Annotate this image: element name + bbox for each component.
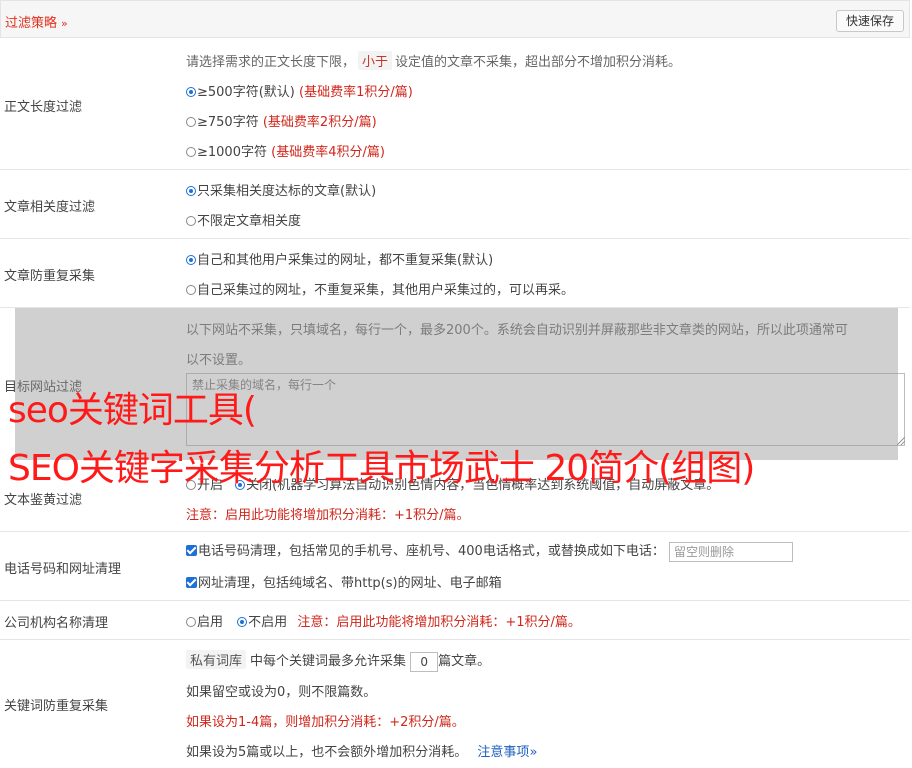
gray-overlay bbox=[15, 308, 898, 460]
replacement-phone-input[interactable]: 留空则删除 bbox=[668, 541, 793, 562]
max-articles-input[interactable]: 0 bbox=[410, 651, 439, 672]
dedupe-option-all[interactable]: 自己和其他用户采集过的网址，都不重复采集(默认) bbox=[186, 249, 493, 268]
private-lexicon-tag[interactable]: 私有词库 bbox=[186, 650, 247, 669]
relevance-option-qualified[interactable]: 只采集相关度达标的文章(默认) bbox=[186, 180, 376, 199]
url-clean-option[interactable]: 网址清理，包括纯域名、带http(s)的网址、电子邮箱 bbox=[186, 572, 502, 591]
dedupe-label: 文章防重复采集 bbox=[4, 269, 96, 284]
keyword-dedupe-line-4: 如果设为5篇或以上，也不会额外增加积分消耗。 注意事项» bbox=[186, 745, 538, 760]
radio-icon[interactable] bbox=[186, 186, 196, 196]
checkbox-icon[interactable] bbox=[186, 577, 197, 588]
length-filter-desc: 请选择需求的正文长度下限， 小于 设定值的文章不采集，超出部分不增加积分消耗。 bbox=[186, 51, 681, 70]
relevance-option-any[interactable]: 不限定文章相关度 bbox=[186, 210, 301, 229]
length-filter-row: 正文长度过滤 请选择需求的正文长度下限， 小于 设定值的文章不采集，超出部分不增加积… bbox=[0, 38, 910, 170]
company-clean-options[interactable]: 启用 不启用 注意：启用此功能将增加积分消耗：+1积分/篇。 bbox=[186, 611, 581, 630]
porn-filter-note: 注意：启用此功能将增加积分消耗：+1积分/篇。 bbox=[186, 508, 470, 523]
section-title[interactable]: 过滤策略» bbox=[5, 12, 68, 31]
keyword-dedupe-line-1: 私有词库 中每个关键词最多允许采集 0 篇文章。 bbox=[186, 650, 490, 672]
radio-icon[interactable] bbox=[186, 255, 196, 265]
phone-clean-label: 电话号码和网址清理 bbox=[4, 562, 122, 577]
phone-clean-option[interactable]: 电话号码清理，包括常见的手机号、座机号、400电话格式，或替换成如下电话： 留空… bbox=[186, 540, 793, 562]
porn-filter-label: 文本鉴黄过滤 bbox=[4, 493, 83, 508]
radio-icon[interactable] bbox=[186, 117, 196, 127]
quick-save-button[interactable]: 快速保存 bbox=[835, 10, 904, 32]
chevron-down-icon: » bbox=[529, 745, 538, 760]
keyword-dedupe-label: 关键词防重复采集 bbox=[4, 699, 109, 714]
chevron-down-icon: » bbox=[61, 17, 68, 30]
length-option-1000[interactable]: ≥1000字符 (基础费率4积分/篇) bbox=[186, 141, 385, 160]
checkbox-icon[interactable] bbox=[186, 545, 197, 556]
keyword-dedupe-line-3: 如果设为1-4篇，则增加积分消耗：+2积分/篇。 bbox=[186, 715, 465, 730]
dedupe-row: 文章防重复采集 自己和其他用户采集过的网址，都不重复采集(默认) 自己采集过的网… bbox=[0, 239, 910, 308]
keyword-dedupe-row: 关键词防重复采集 私有词库 中每个关键词最多允许采集 0 篇文章。 如果留空或设为0… bbox=[0, 640, 910, 768]
notes-link[interactable]: 注意事项» bbox=[477, 745, 537, 760]
phone-clean-row: 电话号码和网址清理 电话号码清理，包括常见的手机号、座机号、400电话格式，或替… bbox=[0, 532, 910, 601]
watermark-line-1: seo关键词工具( bbox=[8, 390, 257, 431]
radio-icon[interactable] bbox=[186, 147, 196, 157]
dedupe-option-self[interactable]: 自己采集过的网址，不重复采集，其他用户采集过的，可以再采。 bbox=[186, 279, 574, 298]
length-filter-label: 正文长度过滤 bbox=[4, 100, 83, 115]
relevance-label: 文章相关度过滤 bbox=[4, 200, 96, 215]
length-option-500[interactable]: ≥500字符(默认) (基础费率1积分/篇) bbox=[186, 81, 413, 100]
resize-handle-icon[interactable] bbox=[897, 437, 905, 445]
company-clean-label: 公司机构名称清理 bbox=[4, 616, 109, 631]
company-clean-row: 公司机构名称清理 启用 不启用 注意：启用此功能将增加积分消耗：+1积分/篇。 bbox=[0, 601, 910, 640]
watermark-line-2: SEO关键字采集分析工具市场武士 20简介(组图) bbox=[8, 448, 755, 489]
relevance-row: 文章相关度过滤 只采集相关度达标的文章(默认) 不限定文章相关度 bbox=[0, 170, 910, 239]
length-option-750[interactable]: ≥750字符 (基础费率2积分/篇) bbox=[186, 111, 377, 130]
radio-icon[interactable] bbox=[186, 617, 196, 627]
keyword-dedupe-line-2: 如果留空或设为0，则不限篇数。 bbox=[186, 685, 377, 700]
radio-icon[interactable] bbox=[186, 285, 196, 295]
radio-icon[interactable] bbox=[237, 617, 248, 627]
filter-strategy-header: 过滤策略» 快速保存 bbox=[0, 0, 910, 38]
radio-icon[interactable] bbox=[186, 87, 196, 97]
radio-icon[interactable] bbox=[186, 216, 196, 226]
